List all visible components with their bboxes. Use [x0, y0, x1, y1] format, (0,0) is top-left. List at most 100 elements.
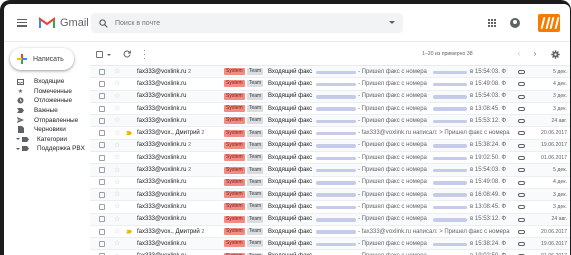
- refresh-icon[interactable]: [123, 50, 131, 58]
- apps-grid-icon[interactable]: [488, 19, 496, 27]
- attachment-icon[interactable]: [518, 70, 525, 74]
- chevron-down-icon[interactable]: [16, 147, 20, 150]
- sidebar-item-drafts[interactable]: Черновики: [4, 125, 90, 135]
- star-icon[interactable]: ☆: [114, 117, 120, 124]
- sidebar-item-categories[interactable]: Категории: [4, 135, 90, 145]
- attachment-icon[interactable]: [518, 168, 525, 173]
- sidebar-item-inbox[interactable]: Входящие: [4, 77, 90, 87]
- label-system[interactable]: System: [224, 154, 245, 162]
- attachment-icon[interactable]: [518, 205, 525, 210]
- row-checkbox[interactable]: [99, 68, 105, 75]
- message-row[interactable]: ☆ fax333@voxlink.ru SystemTeam Входящий фа…: [90, 115, 570, 128]
- important-marker-icon[interactable]: [126, 70, 132, 74]
- label-system[interactable]: System: [224, 240, 245, 248]
- message-row[interactable]: ☆ fax333@vox., Дмитрий 2 System Team Входящи…: [90, 127, 570, 140]
- label-system[interactable]: System: [224, 215, 245, 223]
- message-row[interactable]: ☆ fax333@voxlink.ru SystemTeam Входящий фа…: [90, 78, 570, 91]
- label-team[interactable]: Team: [247, 191, 264, 199]
- sidebar-item-pbx-support[interactable]: Поддержка PBX: [4, 144, 90, 154]
- label-team[interactable]: Team: [247, 80, 264, 88]
- important-marker-icon[interactable]: [126, 193, 132, 197]
- label-team[interactable]: Team: [247, 92, 264, 100]
- message-row[interactable]: ☆ fax333@voxlink.ru SystemTeam Входящий фа…: [90, 201, 570, 214]
- sidebar-item-starred[interactable]: ★ Помеченные: [4, 87, 90, 97]
- search-input[interactable]: [115, 19, 375, 27]
- message-row[interactable]: ☆ fax333@voxlink.ru 2 System Team Входящий ф…: [90, 164, 570, 177]
- menu-icon[interactable]: [17, 18, 27, 27]
- attachment-icon[interactable]: [518, 192, 525, 197]
- star-icon[interactable]: ☆: [114, 179, 120, 186]
- label-team[interactable]: Team: [247, 129, 264, 137]
- label-team[interactable]: Team: [247, 68, 264, 76]
- attachment-icon[interactable]: [518, 82, 525, 87]
- label-team[interactable]: Team: [247, 240, 264, 248]
- sidebar-item-sent[interactable]: Отправленные: [4, 115, 90, 125]
- important-marker-icon[interactable]: [126, 242, 132, 246]
- label-team[interactable]: Team: [247, 117, 264, 125]
- message-row[interactable]: ☆ fax333@voxlink.ru SystemTeam Входящий фа…: [90, 90, 570, 103]
- row-checkbox[interactable]: [99, 130, 105, 137]
- attachment-icon[interactable]: [518, 94, 525, 99]
- attachment-icon[interactable]: [518, 119, 525, 124]
- important-marker-icon[interactable]: [126, 131, 132, 136]
- label-system[interactable]: System: [224, 105, 245, 113]
- message-row[interactable]: ☆ fax333@voxlink.ru 2 System Team Входящий ф…: [90, 66, 570, 79]
- label-team[interactable]: Team: [247, 105, 264, 113]
- message-row[interactable]: ☆ fax333@voxlink.ru SystemTeam Входящий фа…: [90, 188, 570, 202]
- message-row[interactable]: ☆ fax333@voxlink.ru 2 System Team Входящий ф…: [90, 139, 570, 153]
- message-row[interactable]: ☆ fax333@vox., Дмитрий 2 System Team Входящи…: [90, 225, 570, 239]
- attachment-icon[interactable]: [518, 156, 525, 161]
- important-marker-icon[interactable]: [126, 156, 132, 160]
- star-icon[interactable]: ☆: [114, 240, 120, 247]
- row-checkbox[interactable]: [99, 228, 105, 235]
- star-icon[interactable]: ☆: [114, 142, 120, 149]
- important-marker-icon[interactable]: [126, 82, 132, 86]
- label-team[interactable]: Team: [247, 166, 264, 174]
- star-icon[interactable]: ☆: [114, 228, 120, 235]
- message-row[interactable]: ☆ fax333@voxlink.ru SystemTeam Входящий фа…: [90, 238, 570, 251]
- next-page-icon[interactable]: ›: [531, 50, 539, 58]
- label-system[interactable]: System: [224, 178, 245, 186]
- select-all-checkbox[interactable]: [96, 51, 103, 58]
- search-icon[interactable]: [99, 18, 108, 28]
- important-marker-icon[interactable]: [126, 180, 132, 184]
- label-team[interactable]: Team: [247, 203, 264, 211]
- message-row[interactable]: ☆ fax333@voxlink.ru SystemTeam Входящий фа…: [90, 176, 570, 189]
- row-checkbox[interactable]: [99, 105, 105, 112]
- important-marker-icon[interactable]: [126, 107, 132, 111]
- compose-button[interactable]: Написать: [10, 48, 74, 70]
- more-options-icon[interactable]: [143, 50, 146, 59]
- message-row[interactable]: ☆ fax333@voxlink.ru SystemTeam Входящий фа…: [90, 102, 570, 116]
- label-system[interactable]: System: [224, 228, 245, 235]
- attachment-icon[interactable]: [518, 242, 525, 247]
- label-team[interactable]: Team: [247, 215, 264, 223]
- star-icon[interactable]: ☆: [114, 93, 120, 100]
- important-marker-icon[interactable]: [126, 217, 132, 221]
- attachment-icon[interactable]: [518, 131, 525, 136]
- label-system[interactable]: System: [224, 191, 245, 199]
- star-icon[interactable]: ☆: [114, 130, 120, 137]
- important-marker-icon[interactable]: [126, 94, 132, 98]
- label-team[interactable]: Team: [247, 228, 264, 235]
- label-system[interactable]: System: [224, 68, 245, 76]
- label-team[interactable]: Team: [247, 154, 264, 162]
- star-icon[interactable]: ☆: [114, 167, 120, 174]
- row-checkbox[interactable]: [99, 93, 105, 100]
- label-system[interactable]: System: [224, 141, 245, 149]
- label-team[interactable]: Team: [247, 141, 264, 149]
- row-checkbox[interactable]: [99, 191, 105, 198]
- row-checkbox[interactable]: [99, 179, 105, 186]
- attachment-icon[interactable]: [518, 217, 525, 222]
- search-options-icon[interactable]: [389, 21, 395, 24]
- attachment-icon[interactable]: [518, 229, 525, 234]
- star-icon[interactable]: ☆: [114, 154, 120, 161]
- row-checkbox[interactable]: [99, 240, 105, 247]
- label-system[interactable]: System: [224, 80, 245, 88]
- message-row[interactable]: ☆ fax333@voxlink.ru SystemTeam Входящий фа…: [90, 152, 570, 165]
- label-system[interactable]: System: [224, 166, 245, 174]
- important-marker-icon[interactable]: [126, 168, 132, 172]
- settings-gear-icon[interactable]: [551, 50, 560, 59]
- important-marker-icon[interactable]: [126, 205, 132, 209]
- star-icon[interactable]: ☆: [114, 203, 120, 210]
- account-icon[interactable]: [510, 18, 520, 28]
